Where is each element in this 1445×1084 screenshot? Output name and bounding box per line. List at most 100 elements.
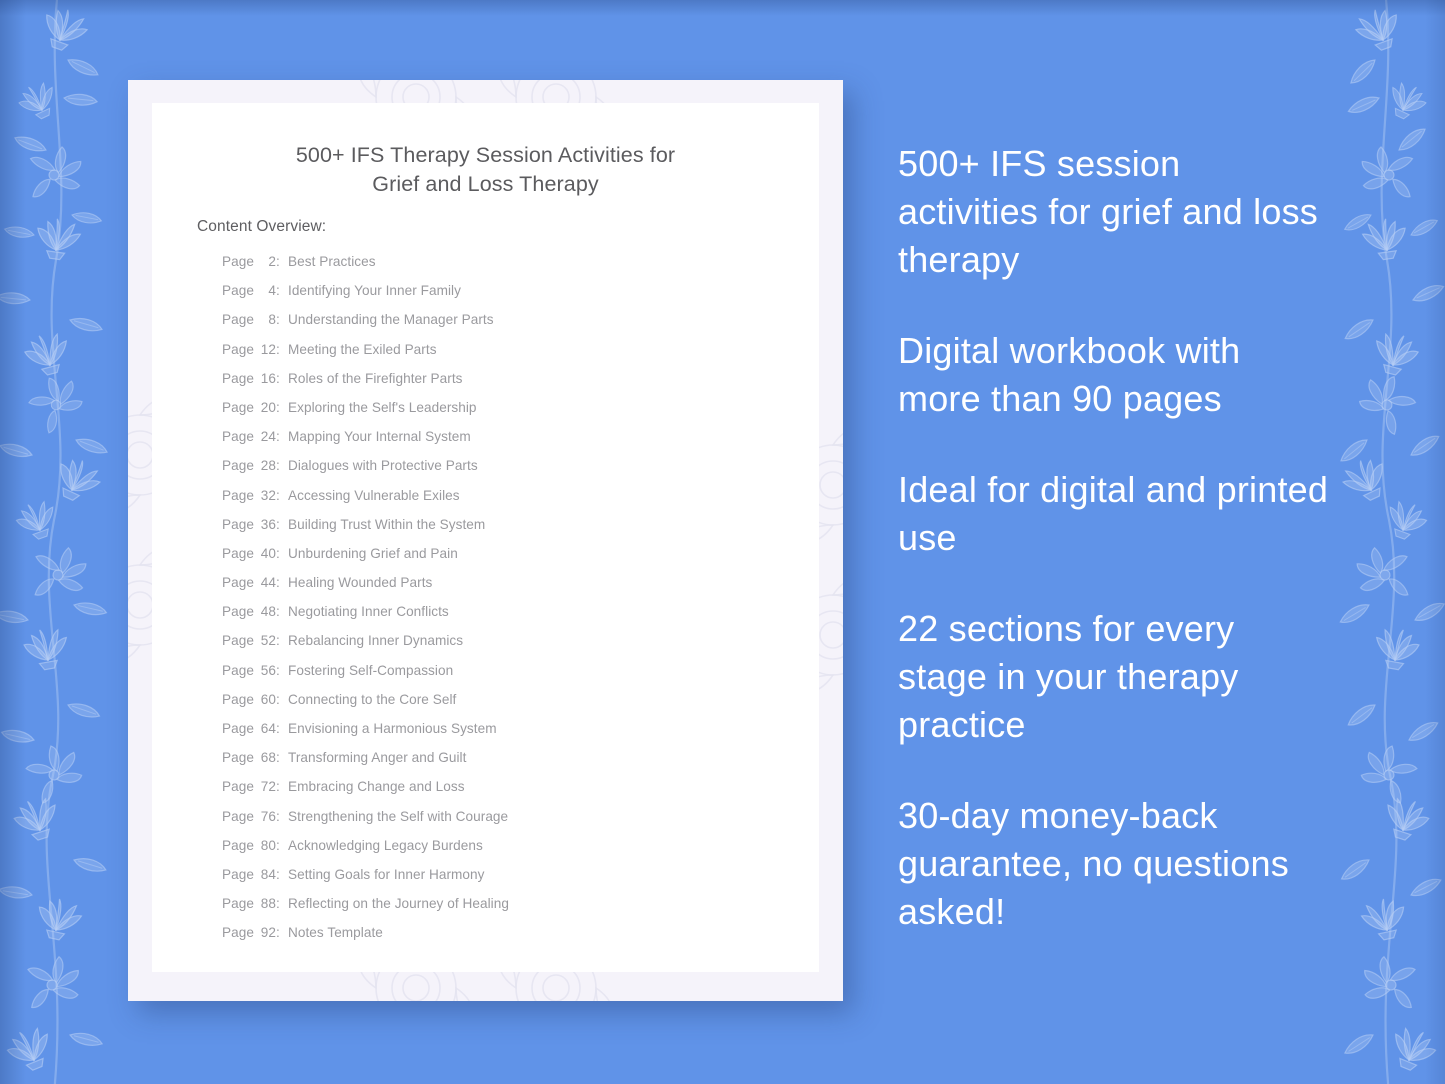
toc-entry: Page 40: Unburdening Grief and Pain bbox=[222, 539, 802, 568]
toc-page-word: Page bbox=[222, 370, 258, 386]
toc-entry: Page 68: Transforming Anger and Guilt bbox=[222, 743, 802, 772]
toc-page-number: 40: bbox=[260, 545, 280, 561]
toc-entry: Page 16: Roles of the Firefighter Parts bbox=[222, 364, 802, 393]
promo-bullet: 500+ IFS session activities for grief an… bbox=[898, 143, 1318, 280]
promo-bullet: Digital workbook with more than 90 pages bbox=[898, 330, 1241, 419]
toc-page-word: Page bbox=[222, 429, 258, 445]
toc-entry-title: Fostering Self-Compassion bbox=[288, 662, 454, 678]
toc-page-number: 64: bbox=[260, 721, 280, 736]
toc-entry-title: Unburdening Grief and Pain bbox=[288, 545, 458, 561]
toc-page-number: 8: bbox=[268, 312, 280, 328]
toc-entry: Page 56: Fostering Self-Compassion bbox=[222, 656, 802, 685]
toc-entry-title: Embracing Change and Loss bbox=[288, 779, 465, 795]
toc-entry-page: Page 72: bbox=[222, 772, 282, 801]
toc-page-word: Page bbox=[222, 866, 258, 882]
toc-page-word: Page bbox=[222, 808, 258, 824]
toc-entry: Page 20: Exploring the Self's Leadership bbox=[222, 393, 802, 422]
toc-page-word: Page bbox=[222, 283, 258, 299]
content-overview-label: Content Overview: bbox=[197, 218, 327, 235]
toc-entry-page: Page 84: bbox=[222, 860, 282, 889]
floral-vine-icon bbox=[0, 0, 124, 1084]
toc-entry-page: Page 40: bbox=[222, 539, 282, 568]
toc-entry: Page 84: Setting Goals for Inner Harmony bbox=[222, 860, 802, 889]
toc-entry: Page 2: Best Practices bbox=[222, 247, 802, 276]
toc-page-number: 60: bbox=[260, 691, 280, 707]
toc-entry-title: Mapping Your Internal System bbox=[288, 429, 471, 445]
toc-page-number: 56: bbox=[260, 662, 280, 678]
toc-page-number: 92: bbox=[260, 925, 280, 941]
toc-entry-title: Roles of the Firefighter Parts bbox=[288, 370, 463, 386]
toc-entry-page: Page 52: bbox=[222, 626, 282, 655]
toc-entry-page: Page 4: bbox=[222, 276, 282, 305]
toc-page-number: 24: bbox=[260, 429, 280, 445]
toc-entry-page: Page 20: bbox=[222, 393, 282, 422]
toc-entry-page: Page 68: bbox=[222, 743, 282, 772]
toc-entry: Page 36: Building Trust Within the System bbox=[222, 510, 802, 539]
toc-entry-title: Rebalancing Inner Dynamics bbox=[288, 633, 464, 649]
toc-entry: Page 92: Notes Template bbox=[222, 918, 802, 947]
toc-entry-page: Page 88: bbox=[222, 889, 282, 918]
toc-entry-page: Page 16: bbox=[222, 364, 282, 393]
toc-entry-title: Connecting to the Core Self bbox=[288, 691, 457, 707]
toc-entry-title: Healing Wounded Parts bbox=[288, 575, 433, 591]
toc-entry: Page 12: Meeting the Exiled Parts bbox=[222, 335, 802, 364]
toc-entry-page: Page 12: bbox=[222, 335, 282, 364]
toc-entry-page: Page 32: bbox=[222, 481, 282, 510]
toc-page-word: Page bbox=[222, 750, 258, 766]
toc-page-word: Page bbox=[222, 837, 258, 853]
toc-entry-page: Page 64: bbox=[222, 714, 282, 743]
toc-page-number: 28: bbox=[260, 458, 280, 474]
toc-page-word: Page bbox=[222, 604, 258, 620]
toc-page-word: Page bbox=[222, 545, 258, 561]
toc-page-number: 52: bbox=[260, 633, 280, 649]
toc-entry: Page 24: Mapping Your Internal System bbox=[222, 422, 802, 451]
promo-bullet-list: 500+ IFS session activities for grief an… bbox=[898, 140, 1330, 936]
promo-bullet: 30-day money-back guarantee, no question… bbox=[898, 795, 1289, 932]
toc-page-number: 12: bbox=[260, 341, 280, 357]
toc-entry-page: Page 36: bbox=[222, 510, 282, 539]
toc-page-number: 32: bbox=[260, 487, 280, 503]
promo-bullet: Ideal for digital and printed use bbox=[898, 469, 1329, 558]
toc-page-number: 72: bbox=[260, 779, 280, 795]
toc-page-word: Page bbox=[222, 341, 258, 357]
workbook-page: 500+ IFS Therapy Session Activities for … bbox=[152, 103, 819, 972]
toc-entry-page: Page 2: bbox=[222, 247, 282, 276]
toc-entry-title: Dialogues with Protective Parts bbox=[288, 458, 478, 474]
toc-page-word: Page bbox=[222, 779, 258, 795]
toc-entry: Page 76: Strengthening the Self with Cour… bbox=[222, 802, 802, 831]
toc-entry-page: Page 76: bbox=[222, 802, 282, 831]
toc-entry-title: Identifying Your Inner Family bbox=[288, 283, 461, 299]
toc-page-number: 44: bbox=[260, 575, 280, 591]
toc-entry: Page 72: Embracing Change and Loss bbox=[222, 772, 802, 801]
toc-entry-page: Page 80: bbox=[222, 831, 282, 860]
toc-entry-title: Exploring the Self's Leadership bbox=[288, 399, 477, 415]
toc-page-number: 2: bbox=[268, 254, 280, 269]
toc-entry-title: Reflecting on the Journey of Healing bbox=[288, 896, 509, 912]
right-edge-shadow bbox=[1425, 0, 1445, 1084]
toc-entry: Page 64: Envisioning a Harmonious System bbox=[222, 714, 802, 743]
promo-bullet: 22 sections for every stage in your ther… bbox=[898, 608, 1239, 745]
page-title-line-2: Grief and Loss Therapy bbox=[372, 172, 599, 196]
toc-page-word: Page bbox=[222, 487, 258, 503]
toc-page-word: Page bbox=[222, 925, 258, 941]
toc-entry: Page 4: Identifying Your Inner Family bbox=[222, 276, 802, 305]
toc-entry: Page 32: Accessing Vulnerable Exiles bbox=[222, 481, 802, 510]
toc-entry: Page 28: Dialogues with Protective Parts bbox=[222, 451, 802, 480]
toc-page-number: 80: bbox=[260, 837, 280, 853]
toc-page-number: 84: bbox=[260, 866, 280, 882]
toc-entry-title: Best Practices bbox=[288, 254, 376, 269]
toc-page-word: Page bbox=[222, 721, 258, 736]
toc-entry-title: Understanding the Manager Parts bbox=[288, 312, 494, 328]
toc-entry-title: Strengthening the Self with Courage bbox=[288, 808, 509, 824]
page-title: 500+ IFS Therapy Session Activities for … bbox=[152, 141, 819, 199]
toc-entry: Page 8: Understanding the Manager Parts bbox=[222, 305, 802, 334]
left-edge-shadow bbox=[0, 0, 26, 1084]
toc-page-word: Page bbox=[222, 254, 258, 269]
toc-page-number: 20: bbox=[260, 399, 280, 415]
toc-entry-title: Accessing Vulnerable Exiles bbox=[288, 487, 460, 503]
toc-entry: Page 52: Rebalancing Inner Dynamics bbox=[222, 626, 802, 655]
toc-entry-page: Page 28: bbox=[222, 451, 282, 480]
toc-entry: Page 60: Connecting to the Core Self bbox=[222, 685, 802, 714]
toc-entry-page: Page 92: bbox=[222, 918, 282, 947]
toc-entry-page: Page 8: bbox=[222, 305, 282, 334]
